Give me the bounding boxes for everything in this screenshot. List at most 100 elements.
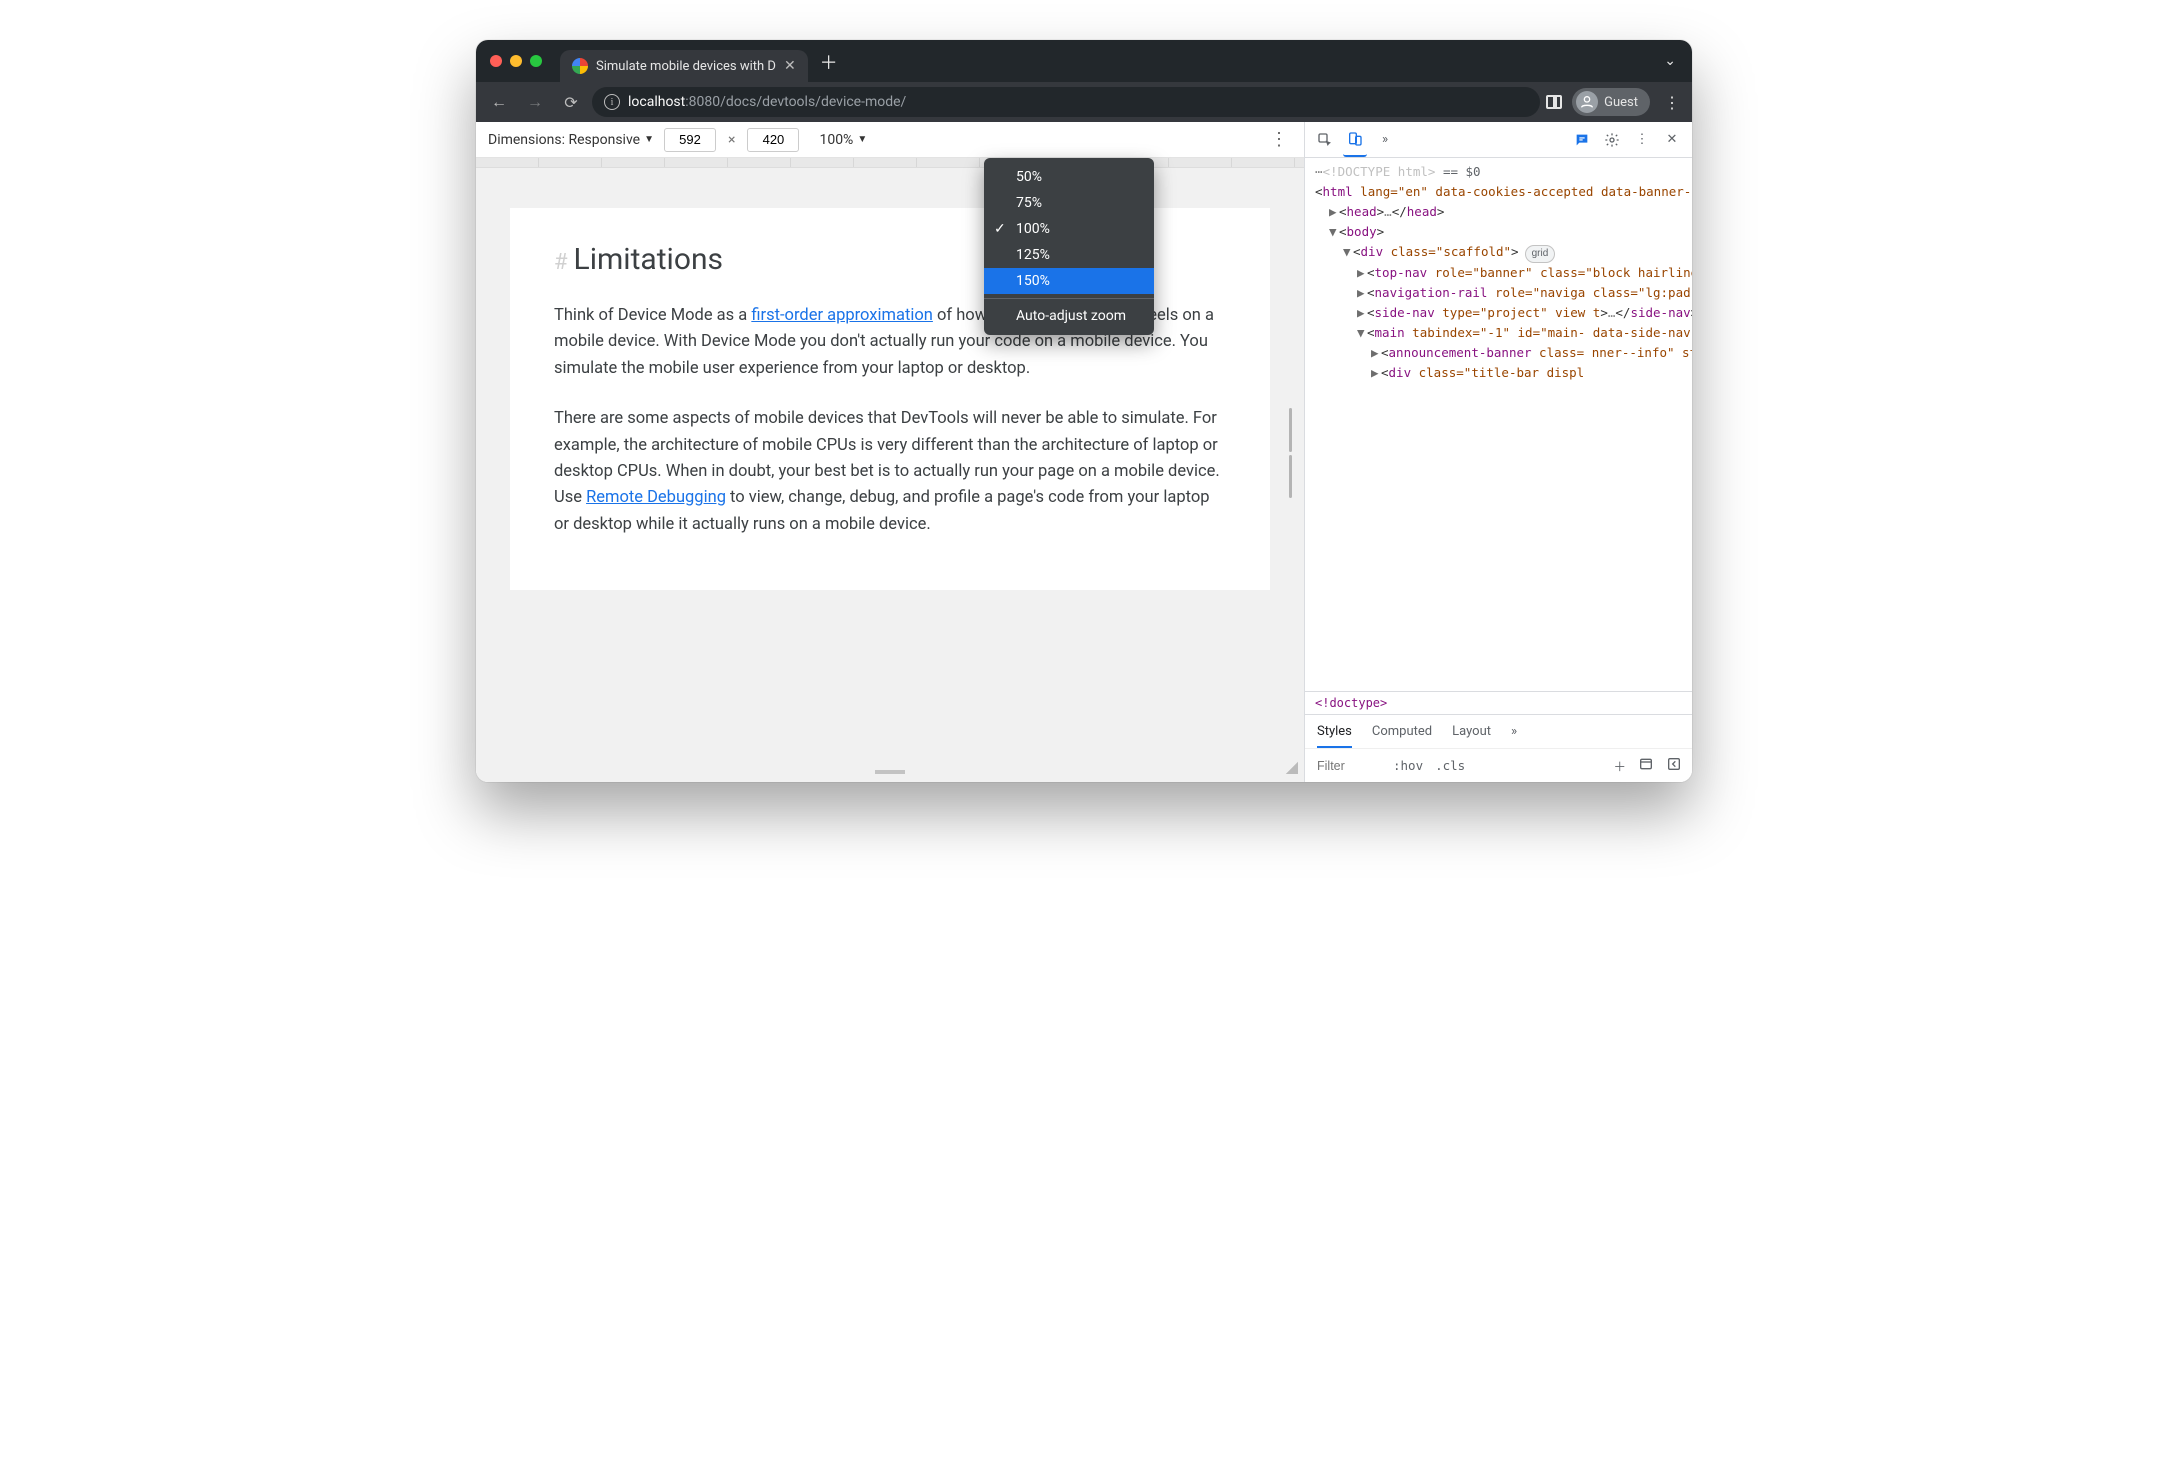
elements-breadcrumb[interactable]: <!doctype> [1305, 691, 1692, 714]
text: Think of Device Mode as a [554, 306, 751, 325]
url-toolbar: ← → ⟳ i localhost:8080/docs/devtools/dev… [476, 82, 1692, 122]
settings-gear-icon[interactable] [1600, 128, 1624, 152]
forward-button[interactable]: → [520, 92, 550, 112]
sel-hint: == $0 [1435, 164, 1480, 179]
tab-layout[interactable]: Layout [1452, 724, 1491, 739]
attrs: class="title-bar displ [1411, 365, 1584, 380]
viewport-scrollbar[interactable] [1286, 408, 1294, 498]
tab-styles[interactable]: Styles [1317, 724, 1352, 739]
tag: head [1407, 204, 1437, 219]
attrs: class= nner--info" storage-key="us activ… [1532, 345, 1692, 360]
dots: … [1384, 204, 1392, 219]
zoom-option-125[interactable]: 125% [984, 242, 1154, 268]
back-button[interactable]: ← [484, 92, 514, 112]
maximize-window-button[interactable] [530, 55, 542, 67]
remote-debugging-link[interactable]: Remote Debugging [586, 488, 726, 507]
zoom-option-100[interactable]: 100% [984, 216, 1154, 242]
zoom-option-150[interactable]: 150% [984, 268, 1154, 294]
zoom-menu: 50% 75% 100% 125% 150% Auto-adjust zoom [984, 158, 1154, 335]
zoom-dropdown[interactable]: 100% ▼ [819, 132, 867, 148]
zoom-option-50[interactable]: 50% [984, 164, 1154, 190]
attrs: class="scaffold" [1383, 244, 1511, 259]
console-messages-icon[interactable] [1570, 128, 1594, 152]
device-toolbar-menu-icon[interactable]: ⋮ [1266, 129, 1292, 150]
tag: top-nav [1375, 265, 1428, 280]
height-drag-handle-icon[interactable] [875, 770, 905, 774]
styles-toolbar: :hov .cls ＋ [1305, 748, 1692, 782]
height-input[interactable] [747, 128, 799, 152]
zoom-option-auto[interactable]: Auto-adjust zoom [984, 303, 1154, 329]
inspect-element-icon[interactable] [1313, 128, 1337, 152]
url-path: /docs/devtools/device-mode/ [720, 94, 906, 110]
url-text: localhost:8080/docs/devtools/device-mode… [628, 94, 906, 110]
viewport-zone: #Limitations Think of Device Mode as a f… [476, 168, 1304, 782]
close-tab-icon[interactable]: ✕ [784, 58, 796, 74]
hov-toggle[interactable]: :hov [1393, 758, 1423, 773]
tag: side-nav [1630, 305, 1690, 320]
tag: navigation-rail [1375, 285, 1488, 300]
tab-computed[interactable]: Computed [1372, 724, 1432, 739]
tag: main [1375, 325, 1405, 340]
content-split: Dimensions: Responsive ▼ × 100% ▼ ⋮ 50% … [476, 122, 1692, 782]
tag: div [1389, 365, 1412, 380]
heading-anchor-icon[interactable]: # [554, 250, 568, 275]
device-toolbar: Dimensions: Responsive ▼ × 100% ▼ ⋮ [476, 122, 1304, 158]
tag: div [1361, 244, 1384, 259]
chevron-down-icon: ▼ [644, 134, 654, 145]
heading-text: Limitations [574, 242, 723, 277]
zoom-option-75[interactable]: 75% [984, 190, 1154, 216]
reload-button[interactable]: ⟳ [556, 93, 586, 112]
attrs: role="banner" class="block hairline-bott… [1427, 265, 1692, 280]
doctype: <!DOCTYPE html> [1323, 164, 1436, 179]
styles-tabbar: Styles Computed Layout » [1305, 714, 1692, 748]
new-style-rule-icon[interactable]: ＋ [1613, 756, 1626, 775]
side-panel-icon[interactable] [1546, 95, 1562, 109]
styles-filter-input[interactable] [1315, 758, 1381, 774]
tag: body [1347, 224, 1377, 239]
zoom-label: 100% [819, 132, 853, 148]
dots: … [1608, 305, 1616, 320]
dimensions-dropdown[interactable]: Dimensions: Responsive ▼ [488, 132, 654, 148]
tab-title: Simulate mobile devices with D [596, 59, 776, 74]
new-tab-button[interactable]: ＋ [816, 51, 842, 77]
profile-button[interactable]: Guest [1572, 88, 1650, 116]
devtools-panel: » ⋮ ✕ ⋯<!DOCTYPE html> == $0 <html lang=… [1304, 122, 1692, 782]
first-order-approximation-link[interactable]: first-order approximation [751, 306, 933, 325]
browser-menu-icon[interactable]: ⋮ [1660, 93, 1684, 112]
width-input[interactable] [664, 128, 716, 152]
cls-toggle[interactable]: .cls [1435, 758, 1465, 773]
window-menu-chevron-icon[interactable]: ⌄ [1664, 53, 1676, 69]
address-bar[interactable]: i localhost:8080/docs/devtools/device-mo… [592, 87, 1540, 117]
profile-label: Guest [1604, 95, 1638, 110]
elements-tree[interactable]: ⋯<!DOCTYPE html> == $0 <html lang="en" d… [1305, 158, 1692, 691]
toggle-rendering-panel-icon[interactable] [1666, 756, 1682, 775]
dimensions-label: Dimensions: Responsive [488, 132, 640, 148]
grid-badge[interactable]: grid [1525, 245, 1556, 263]
attrs: type="project" view t [1435, 305, 1601, 320]
site-info-icon[interactable]: i [604, 94, 620, 110]
width-ruler[interactable] [476, 158, 1304, 168]
dimensions-separator: × [728, 132, 735, 148]
simulated-viewport[interactable]: #Limitations Think of Device Mode as a f… [510, 208, 1270, 590]
attrs: lang="en" data-cookies-accepted data-ban… [1353, 184, 1692, 199]
toggle-device-toolbar-icon[interactable] [1343, 123, 1367, 157]
styles-more-tabs-icon[interactable]: » [1511, 724, 1517, 739]
chrome-favicon-icon [572, 58, 588, 74]
tag: side-nav [1375, 305, 1435, 320]
computed-styles-sidebar-icon[interactable] [1638, 756, 1654, 775]
close-window-button[interactable] [490, 55, 502, 67]
tag: head [1347, 204, 1377, 219]
device-mode-area: Dimensions: Responsive ▼ × 100% ▼ ⋮ 50% … [476, 122, 1304, 782]
attrs: tabindex="-1" id="main- data-side-nav-in… [1405, 325, 1692, 340]
devtools-menu-icon[interactable]: ⋮ [1630, 128, 1654, 152]
avatar-icon [1576, 91, 1598, 113]
minimize-window-button[interactable] [510, 55, 522, 67]
browser-tab[interactable]: Simulate mobile devices with D ✕ [560, 50, 808, 82]
devtools-more-tabs-icon[interactable]: » [1373, 128, 1397, 152]
paragraph-2: There are some aspects of mobile devices… [554, 406, 1226, 538]
tag: announcement-banner [1389, 345, 1532, 360]
close-devtools-icon[interactable]: ✕ [1660, 128, 1684, 152]
tag: html [1323, 184, 1353, 199]
url-port: :8080 [685, 94, 720, 110]
resize-corner-icon[interactable]: ◢ [1286, 757, 1298, 776]
